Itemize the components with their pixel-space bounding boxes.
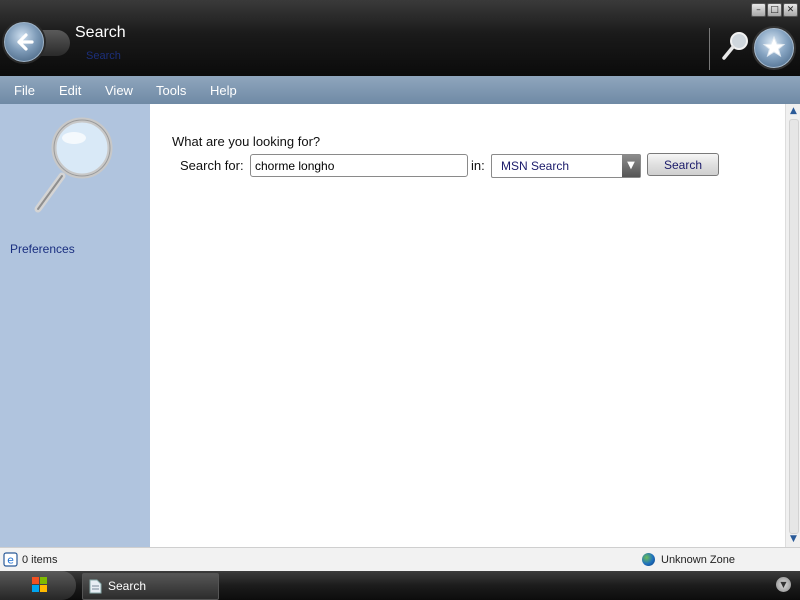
item-count: 0 items — [22, 554, 58, 566]
main-content: What are you looking for? Search for: in… — [150, 104, 785, 547]
in-label: in: — [471, 158, 485, 173]
sidebar: Preferences — [0, 104, 150, 547]
back-button[interactable] — [4, 22, 44, 62]
window-title: Search — [75, 24, 126, 41]
taskbar: Search ▼ — [0, 571, 800, 600]
star-icon — [762, 35, 786, 58]
search-provider-select[interactable]: MSN Search ▼ — [491, 154, 641, 178]
chevron-down-icon[interactable]: ▼ — [776, 577, 791, 592]
start-button[interactable] — [0, 571, 76, 600]
menu-file[interactable]: File — [14, 83, 35, 98]
back-arrow-icon — [17, 33, 34, 51]
search-tool-button[interactable] — [720, 30, 750, 62]
menu-help[interactable]: Help — [210, 83, 237, 98]
preferences-link[interactable]: Preferences — [10, 242, 75, 256]
search-provider-value: MSN Search — [501, 159, 570, 173]
search-input[interactable] — [250, 154, 468, 177]
vertical-scrollbar[interactable]: ▲ ▼ — [785, 104, 800, 547]
menu-tools[interactable]: Tools — [156, 83, 186, 98]
document-icon — [89, 579, 102, 594]
scroll-up-icon[interactable]: ▲ — [786, 104, 800, 119]
scroll-thumb[interactable] — [789, 119, 799, 534]
menu-view[interactable]: View — [105, 83, 133, 98]
ie-page-icon: e — [3, 552, 18, 567]
security-zone: Unknown Zone — [661, 554, 735, 566]
taskbar-item-search[interactable]: Search — [82, 573, 219, 600]
menu-edit[interactable]: Edit — [59, 83, 81, 98]
search-for-label: Search for: — [180, 158, 244, 173]
search-question: What are you looking for? — [172, 134, 321, 149]
windows-logo-icon — [32, 577, 47, 592]
window-subtitle: Search — [86, 50, 121, 62]
title-bar: Search Search – □ ✕ — [0, 0, 800, 76]
minimize-button[interactable]: – — [751, 3, 766, 17]
status-bar: e 0 items Unknown Zone — [0, 547, 800, 572]
maximize-button[interactable]: □ — [767, 3, 782, 17]
toolbar-separator — [709, 28, 710, 70]
search-button[interactable]: Search — [647, 153, 719, 176]
scroll-down-icon[interactable]: ▼ — [786, 532, 800, 547]
magnifier-icon — [722, 32, 748, 60]
svg-text:e: e — [7, 554, 14, 567]
magnifier-icon — [34, 117, 113, 213]
close-button[interactable]: ✕ — [783, 3, 798, 17]
taskbar-item-label: Search — [108, 579, 147, 593]
menu-bar: File Edit View Tools Help — [0, 76, 800, 104]
chevron-down-icon[interactable]: ▼ — [622, 155, 640, 177]
globe-icon — [642, 553, 655, 566]
favorites-button[interactable] — [754, 28, 794, 68]
